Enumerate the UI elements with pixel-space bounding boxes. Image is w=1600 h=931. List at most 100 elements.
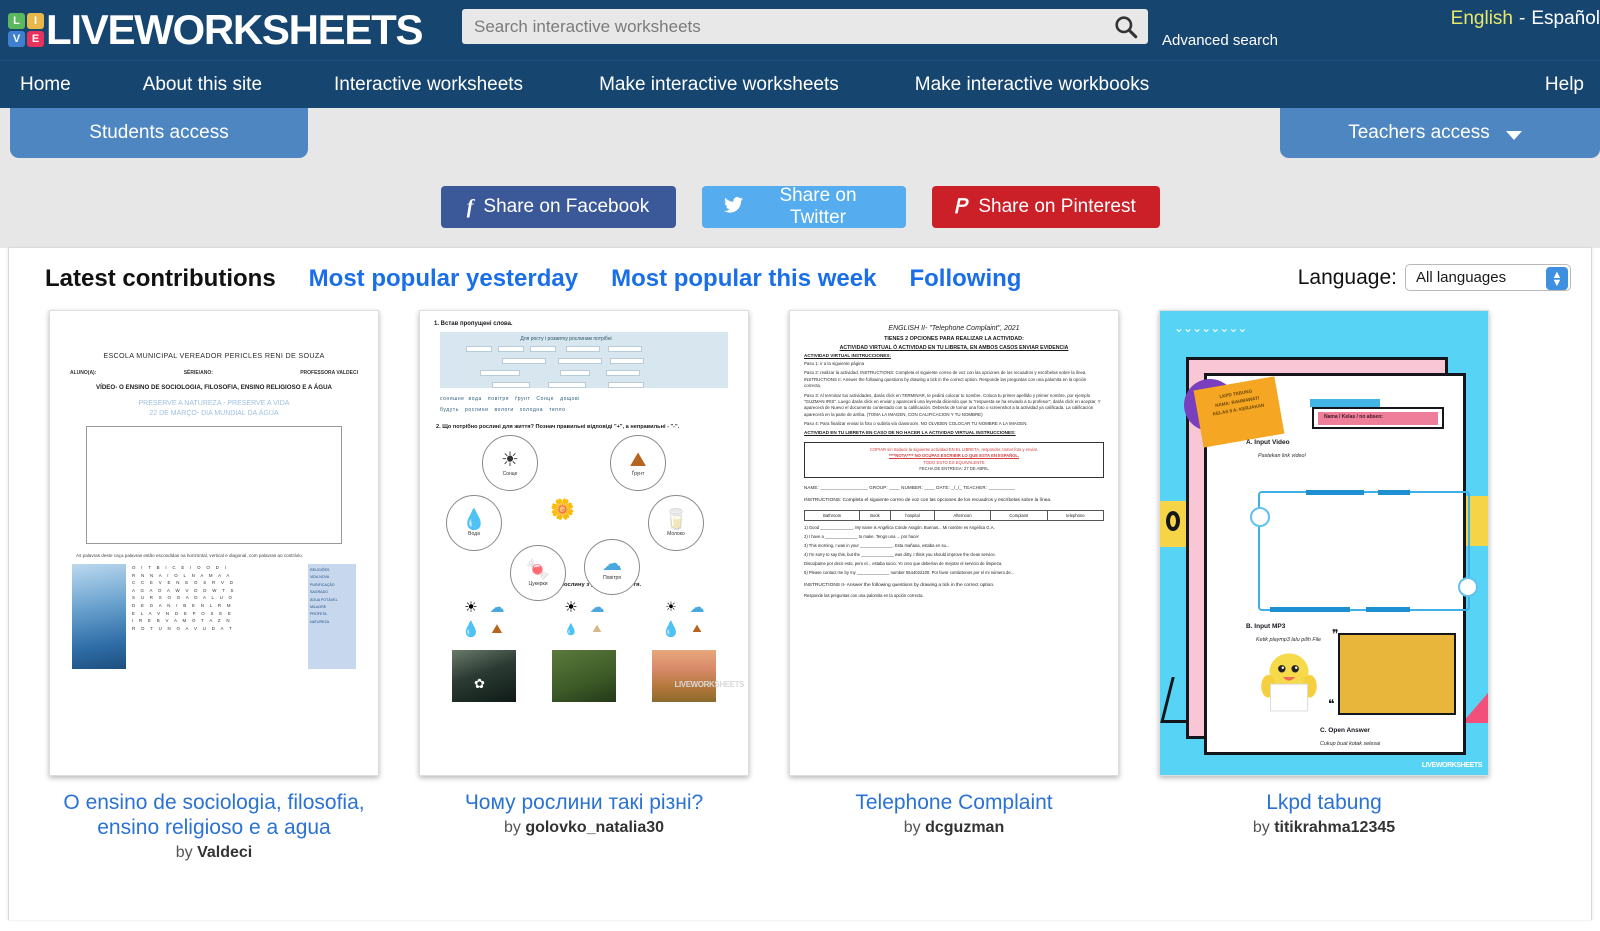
word-list-item: RELIGIÕES	[310, 568, 330, 572]
word-bank-item: тепло	[549, 407, 566, 413]
author-by-label: by	[175, 844, 193, 861]
thumb1-blue-line-1: PRESERVE A NATUREZA - PRESERVE A VIDA	[138, 400, 290, 407]
thumb1-school: ESCOLA MUNICIPAL VEREADOR PERICLES RENI …	[103, 351, 325, 360]
language-spanish-link[interactable]: Español	[1531, 8, 1600, 29]
word-bank-item: рослини	[464, 407, 489, 413]
red-notice-line: COPIAR sin traducir la siguiente activid…	[869, 446, 1039, 452]
worksheet-author: by titikrahma12345	[1253, 819, 1395, 837]
photo-field	[552, 650, 616, 702]
worksheet-title-link[interactable]: Lkpd tabung	[1266, 790, 1382, 815]
sun-icon: ☀	[564, 599, 578, 616]
thumb3-word-table: Bathroom Book hospital Afternoon Complai…	[803, 510, 1105, 522]
author-name: titikrahma12345	[1274, 819, 1396, 836]
thumb3-instructions-2-es: Responde las preguntas con una palomita …	[804, 593, 924, 599]
yellow-block-left	[1160, 501, 1186, 547]
language-english-link[interactable]: English	[1451, 8, 1513, 29]
worksheet-thumbnail[interactable]: ENGLISH II- "Telephone Complaint", 2021 …	[789, 310, 1119, 776]
nav-item-home[interactable]: Home	[20, 74, 71, 96]
content-tabs-row: Latest contributions Most popular yester…	[9, 248, 1591, 310]
quote-mark-icon: ❞	[1332, 627, 1339, 641]
thumb1-teacher-label: PROFESSORA VALDECI	[300, 370, 358, 376]
pinterest-icon: 𝑃	[955, 196, 969, 218]
thumb2-circle-sun: ☀ Сонце	[482, 435, 538, 491]
access-tabs-row: Students access Teachers access	[0, 108, 1600, 166]
icon-group: ☀ ☁ 💧 ⛰	[558, 596, 610, 640]
language-select[interactable]: All languages ▲ ▼	[1405, 264, 1571, 291]
flower-icon: 🌼	[550, 499, 575, 521]
wordsearch-row: E L A V N D E P O S E E	[132, 610, 234, 616]
search-input[interactable]	[462, 16, 1104, 37]
nav-item-make-interactive-worksheets[interactable]: Make interactive worksheets	[599, 74, 839, 96]
tab-following[interactable]: Following	[909, 265, 1021, 293]
nav-item-interactive-worksheets[interactable]: Interactive worksheets	[334, 74, 523, 96]
worksheet-card: ENGLISH II- "Telephone Complaint", 2021 …	[769, 310, 1139, 862]
video-frame-decoration	[1250, 490, 1478, 612]
worksheet-title-link[interactable]: Чому рослини такі різні?	[465, 790, 703, 815]
word-bank-item: вологи	[494, 407, 514, 413]
word-list-item: ÁGUA POTÁVEL	[310, 597, 338, 602]
word-bank-item: ґрунт	[515, 396, 531, 402]
author-name: dcguzman	[925, 819, 1005, 836]
share-pinterest-label: Share on Pinterest	[978, 196, 1136, 217]
content-panel: Latest contributions Most popular yester…	[8, 248, 1592, 920]
worksheet-card: ⌄⌄⌄⌄⌄⌄⌄⌄ LKPD TABUNG NAMA: RAHMAWATI KEL…	[1139, 310, 1509, 862]
table-cell: Complaint	[989, 510, 1048, 522]
thumb3-step: Paso 3: Al terminar tus actividades, dar…	[804, 392, 1101, 417]
wordsearch-row: O I T B I C E I O O D I	[132, 565, 229, 570]
search-box[interactable]	[462, 9, 1148, 44]
author-by-label: by	[503, 819, 521, 836]
search-icon	[1115, 15, 1138, 38]
share-facebook-button[interactable]: f Share on Facebook	[440, 186, 676, 228]
students-access-tab[interactable]: Students access	[10, 108, 308, 158]
nav-item-make-interactive-workbooks[interactable]: Make interactive workbooks	[915, 74, 1149, 96]
thumb3-title: ENGLISH II- "Telephone Complaint", 2021	[888, 325, 1020, 332]
nav-item-help[interactable]: Help	[1545, 74, 1584, 96]
worksheet-thumbnail[interactable]: ESCOLA MUNICIPAL VEREADOR PERICLES RENI …	[49, 310, 379, 776]
share-facebook-label: Share on Facebook	[483, 196, 650, 217]
sun-icon: ☀	[665, 599, 677, 614]
advanced-search-link[interactable]: Advanced search	[1162, 32, 1278, 49]
thumb3-alt-heading: ACTIVIDAD EN TU LIBRETA EN CASO DE NO HA…	[804, 429, 1016, 435]
tab-most-popular-yesterday[interactable]: Most popular yesterday	[309, 265, 578, 293]
soil-icon: ⛰	[592, 622, 602, 635]
word-bank-item: дощові	[560, 396, 580, 402]
worksheet-thumbnail[interactable]: ⌄⌄⌄⌄⌄⌄⌄⌄ LKPD TABUNG NAMA: RAHMAWATI KEL…	[1159, 310, 1489, 776]
thumb3-instructions: INSTRUCTIONS: Completa el siguiente corr…	[804, 498, 1052, 504]
thumb3-question: 3) This morning, I was in your _________…	[804, 543, 950, 549]
table-cell: hospital	[889, 510, 936, 522]
share-pinterest-button[interactable]: 𝑃 Share on Pinterest	[931, 186, 1160, 228]
word-bank-item: Сонце	[536, 396, 555, 402]
search-button[interactable]	[1104, 9, 1148, 44]
teachers-access-tab[interactable]: Teachers access	[1280, 108, 1600, 158]
candy-icon: 🍬	[525, 559, 551, 581]
tab-latest-contributions[interactable]: Latest contributions	[45, 265, 276, 293]
chevron-down-icon	[1505, 130, 1522, 140]
water-drop-icon: 💧	[564, 623, 578, 636]
author-name: Valdeci	[197, 844, 253, 861]
worksheet-title-link[interactable]: O ensino de sociologia, filosofia, ensin…	[49, 790, 379, 840]
site-logo[interactable]: L I V E LIVEWORKSHEETS	[0, 0, 423, 60]
table-cell: Afternoon	[934, 510, 991, 522]
wordsearch-row: S U R S O G A D A L U O	[132, 595, 235, 601]
thumb3-question: Disculpame por decir esto, pero el... es…	[804, 561, 1003, 567]
thumb4-watermark: LIVEWORKSHEETS	[1421, 762, 1483, 769]
thumb3-line-3: ACTIVIDAD VIRTUAL INSTRUCCIONES:	[804, 353, 891, 358]
tab-most-popular-this-week[interactable]: Most popular this week	[611, 265, 876, 293]
social-share-row: f Share on Facebook Share on Twitter 𝑃 S…	[0, 166, 1600, 248]
language-separator: -	[1519, 8, 1526, 29]
word-bank-item: вода	[468, 396, 482, 402]
thumb1-note: As palavras deste caça palavras estão es…	[76, 553, 304, 558]
nav-item-about-this-site[interactable]: About this site	[143, 74, 262, 96]
thumb2-circle-air: ☁ Повітря	[584, 539, 640, 595]
thumb2-circle-water: 💧 Вода	[446, 495, 502, 551]
thumb2-circles-group: ☀ Сонце ⛰ Ґрунт 💧 Вода 🥛 Молоко 🍬 Цукерк…	[434, 435, 734, 601]
thumb3-step: Paso 2: realizar la actividad. INSTRUCTI…	[804, 370, 1087, 389]
cloud-icon: ☁	[689, 599, 705, 616]
share-twitter-label: Share on Twitter	[779, 185, 857, 228]
worksheet-thumbnail[interactable]: 1. Встав пропущені слова. Для росту і ро…	[419, 310, 749, 776]
photo-sunset	[652, 650, 716, 702]
worksheet-title-link[interactable]: Telephone Complaint	[855, 790, 1052, 815]
word-bank-item: холодна	[519, 407, 544, 413]
share-twitter-button[interactable]: Share on Twitter	[701, 185, 906, 228]
thumb1-word-list: RELIGIÕES VIDA NOVA PURIFICAÇÃO SAGRADO …	[308, 564, 356, 669]
